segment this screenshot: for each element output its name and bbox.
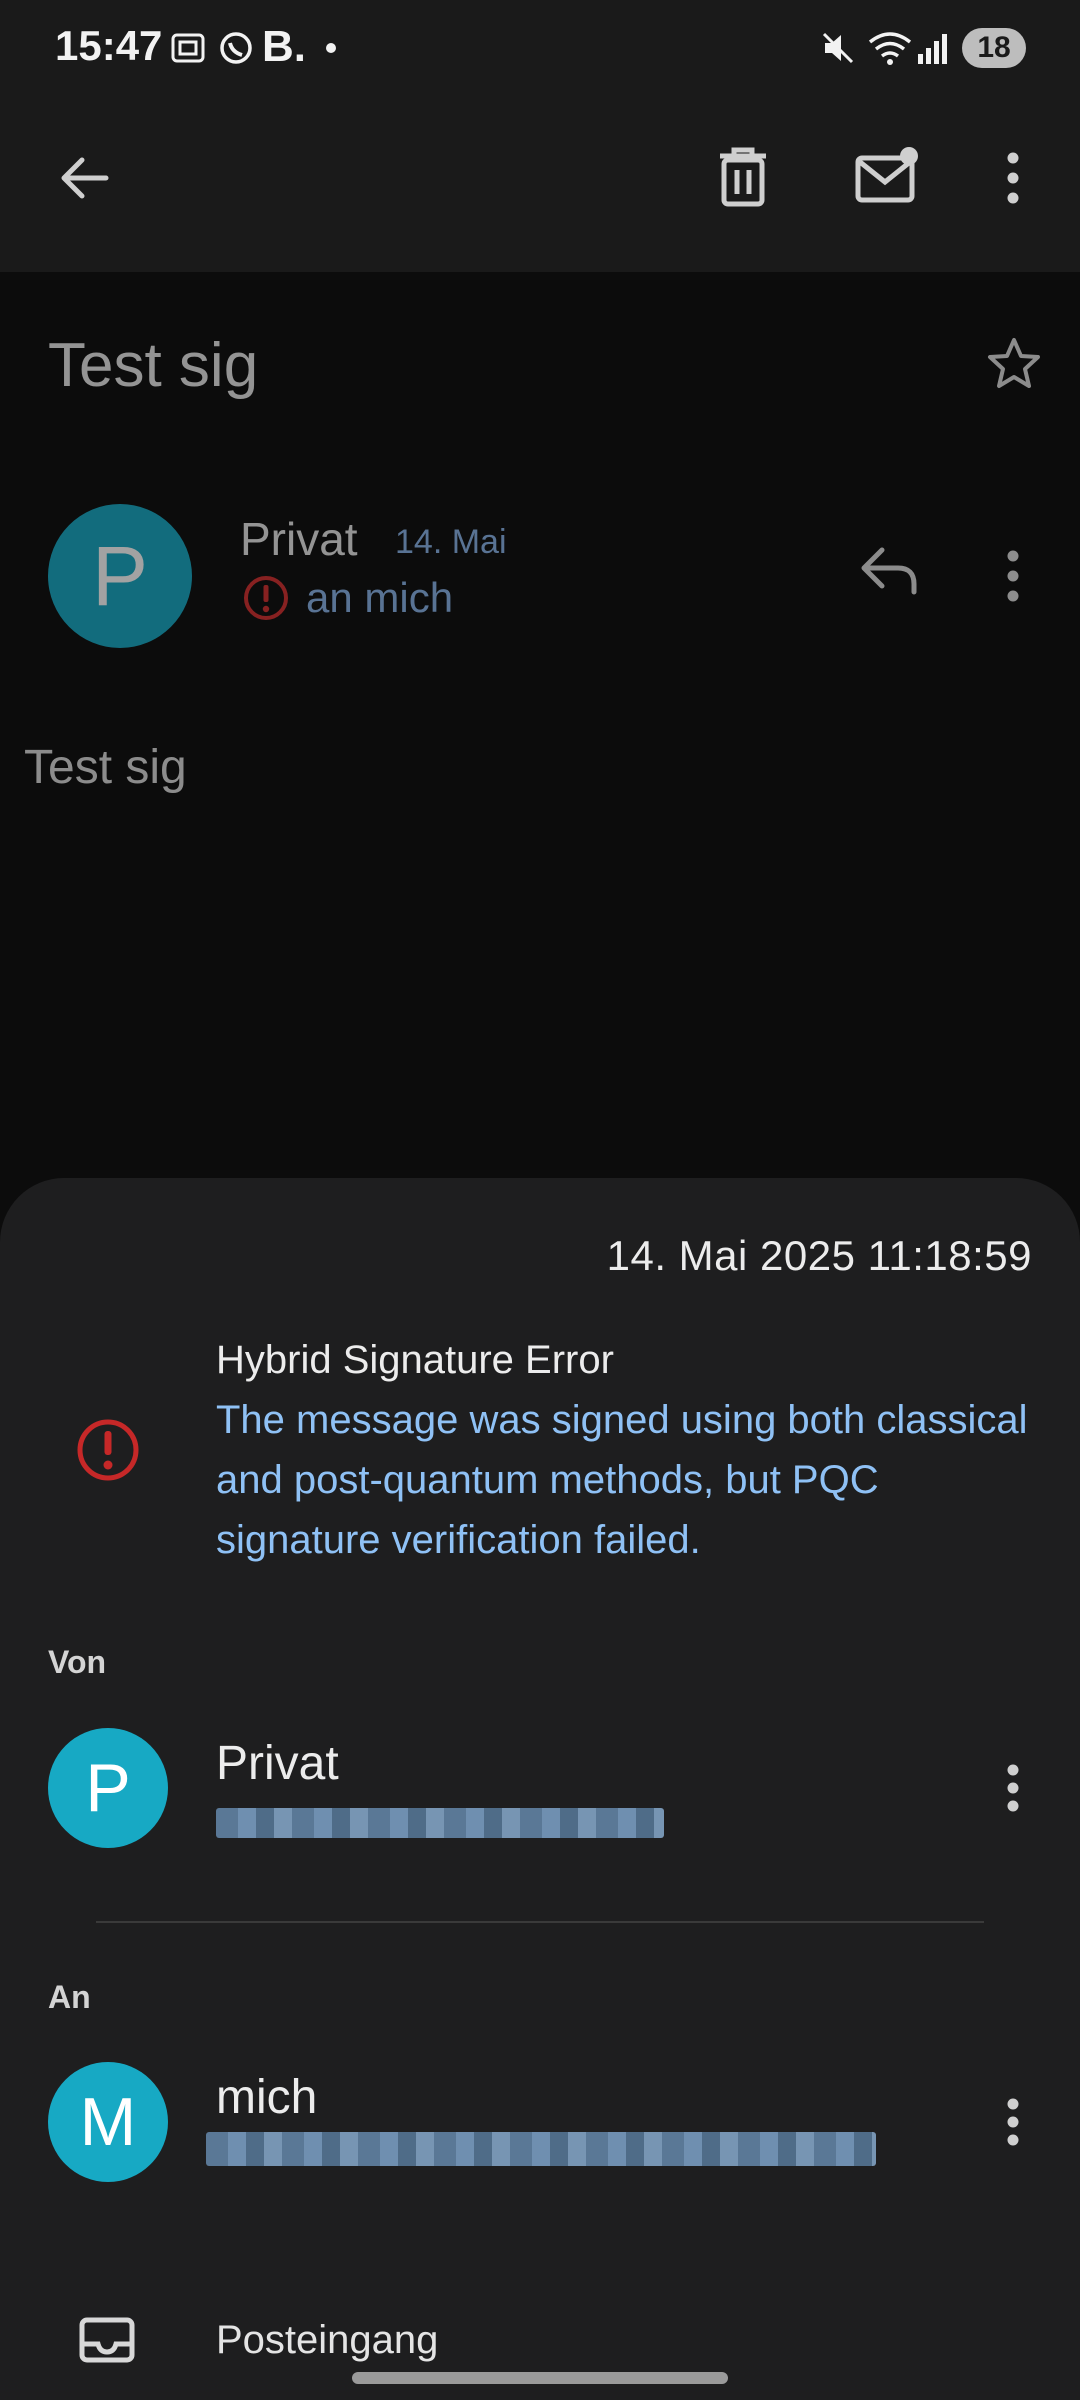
trash-icon [720, 147, 766, 207]
sender-name: Privat [240, 513, 358, 565]
message-timestamp: 14. Mai 2025 11:18:59 [606, 1232, 1032, 1279]
to-label: An [48, 1979, 91, 2015]
star-button[interactable] [984, 334, 1044, 394]
recipient-summary[interactable]: an mich [306, 574, 453, 622]
mail-unread-icon [855, 147, 918, 203]
to-email-redacted [206, 2132, 876, 2166]
message-subject: Test sig [48, 331, 259, 400]
more-vert-icon [1007, 152, 1019, 204]
to-contact-name[interactable]: mich [216, 2070, 317, 2125]
mute-icon [822, 30, 856, 66]
message-date: 14. Mai [395, 523, 507, 561]
status-time: 15:47 [55, 22, 163, 69]
reply-icon [861, 547, 917, 595]
from-contact-name[interactable]: Privat [216, 1736, 339, 1791]
signature-status-description[interactable]: The message was signed using both classi… [216, 1390, 1036, 1570]
signal-icon [914, 30, 950, 66]
signature-error-icon [74, 1416, 142, 1484]
screenshot-icon [170, 30, 206, 66]
status-bar: 15:47 B. 18 [0, 0, 1080, 100]
wifi-icon [868, 30, 912, 66]
app-bar [0, 100, 1080, 272]
delete-button[interactable] [712, 144, 774, 210]
mark-unread-button[interactable] [852, 144, 922, 206]
error-indicator-icon [242, 574, 290, 622]
inbox-icon [78, 2314, 136, 2364]
star-icon [988, 338, 1040, 388]
more-vert-icon [1007, 2098, 1019, 2146]
from-label: Von [48, 1644, 107, 1680]
gesture-home-bar[interactable] [352, 2372, 728, 2384]
more-vert-icon [1007, 550, 1019, 602]
from-contact-more-button[interactable] [996, 1758, 1030, 1818]
message-more-button[interactable] [996, 544, 1030, 608]
to-avatar[interactable]: M [48, 2062, 168, 2182]
signature-status-title: Hybrid Signature Error [216, 1338, 614, 1382]
from-avatar[interactable]: P [48, 1728, 168, 1848]
message-body: Test sig [24, 741, 187, 794]
more-notifications-dot-icon [326, 43, 336, 53]
whatsapp-icon [218, 30, 254, 66]
section-divider [96, 1921, 984, 1923]
to-contact-more-button[interactable] [996, 2092, 1030, 2152]
folder-name[interactable]: Posteingang [216, 2318, 438, 2363]
reply-button[interactable] [856, 540, 922, 600]
from-email-redacted [216, 1808, 664, 1838]
more-vert-icon [1007, 1764, 1019, 1812]
back-button[interactable] [52, 146, 116, 210]
b-app-icon: B. [262, 22, 306, 71]
battery-indicator: 18 [962, 28, 1026, 68]
overflow-menu-button[interactable] [996, 146, 1030, 210]
arrow-left-icon [61, 157, 109, 199]
sender-avatar[interactable]: P [48, 504, 192, 648]
